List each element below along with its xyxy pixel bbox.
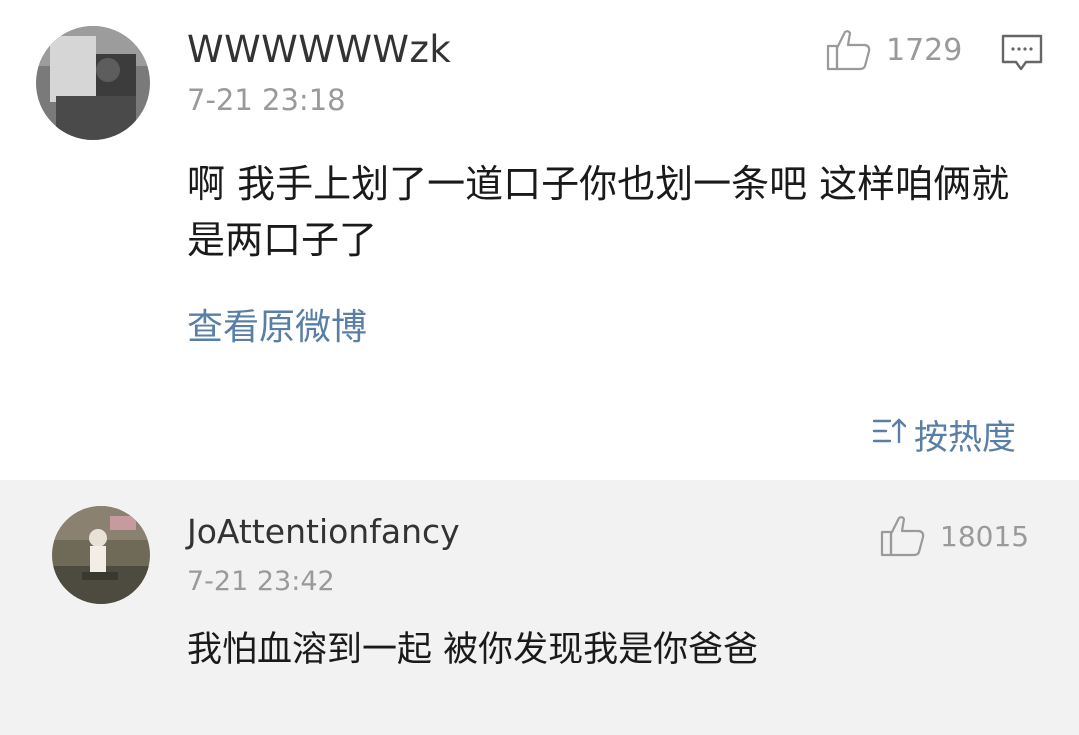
reply-timestamp: 7-21 23:42 bbox=[187, 566, 335, 597]
post-timestamp: 7-21 23:18 bbox=[187, 83, 346, 117]
reply-user-avatar[interactable] bbox=[52, 506, 150, 604]
reply-content: 我怕血溶到一起 被你发现我是你爸爸 bbox=[187, 630, 759, 670]
thumbs-up-icon bbox=[880, 514, 926, 558]
sort-by-hot-button[interactable]: 按热度 bbox=[872, 410, 1016, 459]
sort-label: 按热度 bbox=[914, 418, 1016, 458]
user-avatar[interactable] bbox=[36, 26, 150, 140]
reply-comment: JoAttentionfancy 7-21 23:42 18015 我怕血溶到一… bbox=[0, 480, 1079, 735]
username[interactable]: WWWWWWzk bbox=[187, 28, 451, 71]
comment-button[interactable] bbox=[1000, 33, 1044, 77]
like-button[interactable]: 1729 bbox=[826, 28, 962, 72]
like-count: 1729 bbox=[886, 32, 963, 68]
sort-icon bbox=[872, 415, 908, 455]
view-original-link[interactable]: 查看原微博 bbox=[187, 298, 367, 350]
post-content: 啊 我手上划了一道口子你也划一条吧 这样咱俩就是两口子了 bbox=[187, 162, 1010, 262]
weibo-post: WWWWWWzk 7-21 23:18 1729 啊 我手上划了一道口子你也划一… bbox=[0, 0, 1079, 480]
reply-username[interactable]: JoAttentionfancy bbox=[187, 512, 460, 551]
comment-icon bbox=[1000, 34, 1044, 77]
thumbs-up-icon bbox=[826, 28, 872, 72]
reply-like-button[interactable]: 18015 bbox=[880, 514, 1029, 558]
reply-like-count: 18015 bbox=[940, 519, 1030, 553]
